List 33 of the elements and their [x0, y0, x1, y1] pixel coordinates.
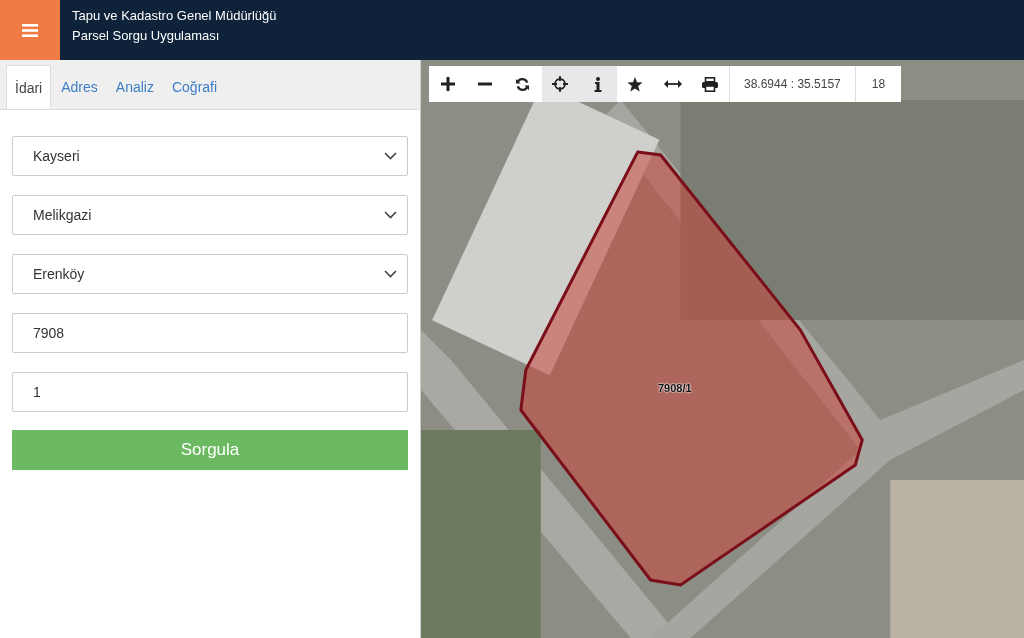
printer-icon — [702, 76, 719, 92]
double-arrow-icon — [663, 80, 682, 88]
menu-icon — [22, 23, 38, 37]
parcel-label: 7908/1 — [658, 382, 692, 394]
chevron-down-icon — [384, 152, 397, 160]
tab[interactable]: Analiz — [107, 65, 162, 109]
chevron-down-icon — [384, 211, 397, 219]
parcel-polygon[interactable] — [519, 150, 864, 587]
dropdown-value: Melikgazi — [33, 207, 92, 223]
app-title: Tapu ve Kadastro Genel Müdürlüğü — [72, 8, 277, 23]
info-icon — [593, 76, 602, 92]
plus-icon — [440, 77, 455, 91]
refresh-icon — [515, 76, 531, 92]
tab[interactable]: Adres — [53, 65, 106, 109]
dropdown-field[interactable]: Kayseri — [12, 136, 408, 176]
tab[interactable]: İdari — [6, 65, 52, 109]
info-button[interactable] — [579, 66, 617, 102]
zoom-level-readout: 18 — [854, 66, 902, 102]
crosshair-icon — [552, 76, 569, 92]
input-field[interactable]: 7908 — [12, 313, 408, 353]
dropdown-field[interactable]: Erenköy — [12, 254, 408, 294]
star-icon — [627, 76, 644, 92]
minus-icon — [478, 82, 493, 86]
app-subtitle: Parsel Sorgu Uygulaması — [72, 28, 221, 43]
tab[interactable]: Coğrafi — [163, 65, 226, 109]
locate-button[interactable] — [541, 66, 579, 102]
coordinates-readout: 38.6944 : 35.5157 — [729, 66, 855, 102]
input-field[interactable]: 1 — [12, 372, 408, 412]
menu-button[interactable] — [0, 0, 60, 60]
dropdown-value: Erenköy — [33, 266, 85, 282]
chevron-down-icon — [384, 270, 397, 278]
dropdown-value: Kayseri — [33, 148, 80, 164]
dropdown-field[interactable]: Melikgazi — [12, 195, 408, 235]
